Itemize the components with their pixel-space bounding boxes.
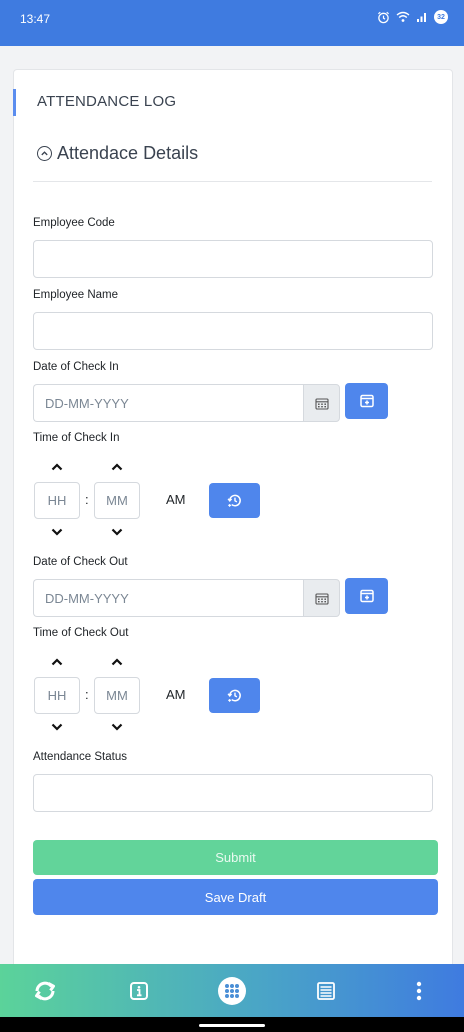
alarm-icon bbox=[378, 11, 389, 23]
checkout-minute-down-icon[interactable] bbox=[110, 722, 124, 732]
wifi-icon bbox=[396, 11, 410, 22]
section-divider bbox=[33, 181, 432, 182]
employee-code-input[interactable] bbox=[33, 240, 433, 278]
employee-name-label: Employee Name bbox=[33, 289, 119, 301]
checkout-minute-up-icon[interactable] bbox=[110, 657, 124, 667]
clock-history-icon bbox=[227, 494, 241, 507]
form-card bbox=[13, 69, 453, 969]
checkin-hour-input[interactable]: HH bbox=[34, 482, 80, 519]
attendance-status-input[interactable] bbox=[33, 774, 433, 812]
checkout-time-label: Time of Check Out bbox=[33, 627, 129, 639]
checkout-minute-input[interactable]: MM bbox=[94, 677, 140, 714]
sync-icon[interactable] bbox=[15, 964, 75, 1017]
checkin-minute-down-icon[interactable] bbox=[110, 527, 124, 537]
checkin-hour-up-icon[interactable] bbox=[50, 462, 64, 472]
checkout-time-now-button[interactable] bbox=[209, 678, 260, 713]
checkin-date-input[interactable]: DD-MM-YYYY bbox=[33, 384, 303, 422]
checkout-meridian-toggle[interactable]: AM bbox=[166, 687, 186, 702]
checkout-hour-down-icon[interactable] bbox=[50, 722, 64, 732]
apps-grid-icon[interactable] bbox=[202, 964, 262, 1017]
bottom-nav bbox=[0, 964, 464, 1017]
status-bar: 13:47 32 bbox=[0, 0, 464, 46]
status-time: 13:47 bbox=[20, 12, 51, 26]
section-title: Attendace Details bbox=[57, 143, 199, 163]
checkout-date-label: Date of Check Out bbox=[33, 556, 128, 568]
checkin-date-today-button[interactable] bbox=[345, 383, 388, 419]
more-vertical-icon[interactable] bbox=[389, 964, 449, 1017]
submit-button[interactable]: Submit bbox=[33, 840, 438, 875]
checkin-minute-up-icon[interactable] bbox=[110, 462, 124, 472]
checkout-hour-input[interactable]: HH bbox=[34, 677, 80, 714]
section-header[interactable]: Attendace Details bbox=[37, 143, 198, 164]
list-icon[interactable] bbox=[296, 964, 356, 1017]
save-draft-button[interactable]: Save Draft bbox=[33, 879, 438, 915]
checkin-calendar-icon[interactable] bbox=[303, 384, 340, 422]
checkout-hour-up-icon[interactable] bbox=[50, 657, 64, 667]
card-accent bbox=[13, 89, 16, 116]
checkout-time-separator: : bbox=[85, 687, 89, 702]
checkin-time-separator: : bbox=[85, 492, 89, 507]
calendar-plus-icon bbox=[359, 394, 374, 408]
status-icons: 32 bbox=[377, 10, 448, 24]
checkin-meridian-toggle[interactable]: AM bbox=[166, 492, 186, 507]
signal-icon bbox=[417, 13, 426, 22]
checkin-time-now-button[interactable] bbox=[209, 483, 260, 518]
checkout-calendar-icon[interactable] bbox=[303, 579, 340, 617]
checkin-time-label: Time of Check In bbox=[33, 432, 120, 444]
checkout-date-today-button[interactable] bbox=[345, 578, 388, 614]
home-indicator[interactable] bbox=[199, 1024, 265, 1027]
employee-code-label: Employee Code bbox=[33, 217, 115, 229]
card-title: ATTENDANCE LOG bbox=[37, 93, 177, 110]
checkin-hour-down-icon[interactable] bbox=[50, 527, 64, 537]
attendance-status-label: Attendance Status bbox=[33, 751, 127, 763]
clock-history-icon bbox=[227, 689, 241, 702]
checkout-date-input[interactable]: DD-MM-YYYY bbox=[33, 579, 303, 617]
collapse-chevron-icon[interactable] bbox=[37, 146, 52, 161]
calendar-plus-icon bbox=[359, 589, 374, 603]
employee-name-input[interactable] bbox=[33, 312, 433, 350]
battery-icon: 32 bbox=[434, 10, 448, 24]
checkin-date-label: Date of Check In bbox=[33, 361, 119, 373]
info-icon[interactable] bbox=[109, 964, 169, 1017]
checkin-minute-input[interactable]: MM bbox=[94, 482, 140, 519]
